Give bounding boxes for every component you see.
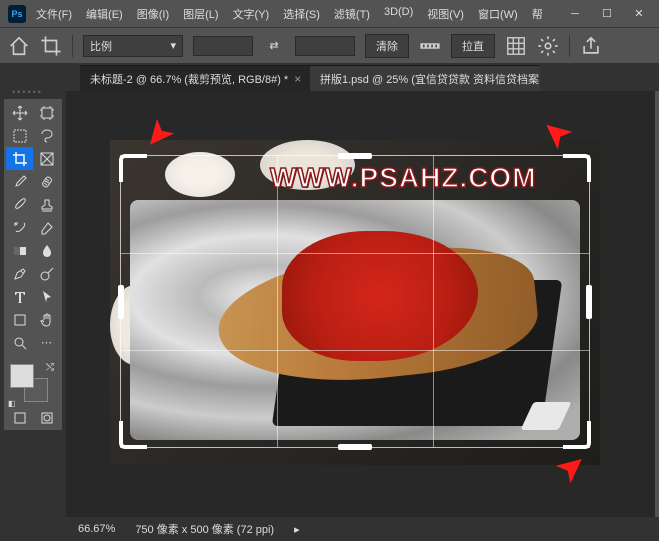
ratio-dropdown[interactable]: 比例 ▾: [83, 35, 183, 57]
options-bar: 比例 ▾ ⇄ 清除 拉直: [0, 27, 659, 63]
tab-label: 未标题-2 @ 66.7% (裁剪预览, RGB/8#) *: [90, 71, 288, 87]
home-icon[interactable]: [8, 35, 30, 57]
share-icon[interactable]: [580, 35, 602, 57]
standard-mode[interactable]: [6, 408, 33, 428]
ratio-label: 比例: [90, 38, 112, 54]
watermark-text: WWW.PSAHZ.COM: [270, 162, 537, 194]
color-swatches[interactable]: ⤭ ◧: [6, 360, 60, 408]
menu-type[interactable]: 文字(Y): [227, 2, 276, 26]
edit-toolbar[interactable]: ⋯: [33, 331, 60, 354]
eyedropper-tool[interactable]: [6, 170, 33, 193]
menu-layer[interactable]: 图层(L): [177, 2, 224, 26]
artboard-tool[interactable]: [33, 101, 60, 124]
zoom-level[interactable]: 66.67%: [78, 523, 115, 535]
menu-edit[interactable]: 编辑(E): [80, 2, 129, 26]
crop-tool-icon[interactable]: [40, 35, 62, 57]
menu-filter[interactable]: 滤镜(T): [328, 2, 376, 26]
screen-mode: [6, 408, 60, 428]
pen-tool[interactable]: [6, 262, 33, 285]
lasso-tool[interactable]: [33, 124, 60, 147]
type-tool[interactable]: [6, 285, 33, 308]
panel-handle[interactable]: ••••••: [12, 87, 43, 97]
close-icon[interactable]: ×: [294, 72, 301, 86]
status-bar: 66.67% 750 像素 x 500 像素 (72 ppi) ▸: [66, 517, 659, 541]
window-controls: ─ ☐ ✕: [563, 4, 651, 24]
menu-bar: 文件(F) 编辑(E) 图像(I) 图层(L) 文字(Y) 选择(S) 滤镜(T…: [30, 2, 559, 26]
eraser-tool[interactable]: [33, 216, 60, 239]
menu-view[interactable]: 视图(V): [421, 2, 470, 26]
straighten-button[interactable]: 拉直: [451, 34, 495, 58]
menu-3d[interactable]: 3D(D): [378, 2, 419, 26]
history-brush-tool[interactable]: [6, 216, 33, 239]
menu-select[interactable]: 选择(S): [277, 2, 326, 26]
minimize-button[interactable]: ─: [563, 4, 587, 24]
settings-gear-icon[interactable]: [537, 35, 559, 57]
tab-active[interactable]: 未标题-2 @ 66.7% (裁剪预览, RGB/8#) * ×: [80, 65, 310, 91]
width-input[interactable]: [193, 36, 253, 56]
hand-tool[interactable]: [33, 308, 60, 331]
foreground-color[interactable]: [10, 364, 34, 388]
move-tool[interactable]: [6, 101, 33, 124]
shape-tool[interactable]: [6, 308, 33, 331]
tab-inactive[interactable]: 拼版1.psd @ 25% (宜信贷贷款 资料信贷档案... ×: [310, 65, 540, 91]
brush-tool[interactable]: [6, 193, 33, 216]
gradient-tool[interactable]: [6, 239, 33, 262]
toolbox: ⋯ ⤭ ◧: [4, 99, 62, 430]
status-chevron-icon[interactable]: ▸: [294, 523, 300, 536]
title-bar: Ps 文件(F) 编辑(E) 图像(I) 图层(L) 文字(Y) 选择(S) 滤…: [0, 0, 659, 27]
right-panel-collapsed[interactable]: [655, 91, 659, 517]
clear-button[interactable]: 清除: [365, 34, 409, 58]
app-logo: Ps: [8, 5, 26, 23]
close-button[interactable]: ✕: [627, 4, 651, 24]
zoom-tool[interactable]: [6, 331, 33, 354]
straighten-icon[interactable]: [419, 35, 441, 57]
document-dimensions[interactable]: 750 像素 x 500 像素 (72 ppi): [135, 521, 274, 537]
chevron-down-icon: ▾: [170, 39, 176, 52]
dodge-tool[interactable]: [33, 262, 60, 285]
stamp-tool[interactable]: [33, 193, 60, 216]
menu-file[interactable]: 文件(F): [30, 2, 78, 26]
document-tabs: 未标题-2 @ 66.7% (裁剪预览, RGB/8#) * × 拼版1.psd…: [0, 63, 659, 91]
height-input[interactable]: [295, 36, 355, 56]
image-content: [165, 152, 235, 197]
default-colors-icon[interactable]: ◧: [8, 399, 16, 408]
crop-tool[interactable]: [6, 147, 33, 170]
swap-icon[interactable]: ⇄: [263, 35, 285, 57]
menu-image[interactable]: 图像(I): [131, 2, 175, 26]
blur-tool[interactable]: [33, 239, 60, 262]
canvas-area[interactable]: WWW.PSAHZ.COM ➤ ➤ ➤: [66, 91, 655, 517]
swap-colors-icon[interactable]: ⤭: [46, 362, 54, 373]
divider: [72, 35, 73, 57]
overlay-grid-icon[interactable]: [505, 35, 527, 57]
quickmask-mode[interactable]: [33, 408, 60, 428]
path-select-tool[interactable]: [33, 285, 60, 308]
tab-label: 拼版1.psd @ 25% (宜信贷贷款 资料信贷档案...: [320, 71, 540, 87]
healing-tool[interactable]: [33, 170, 60, 193]
menu-window[interactable]: 窗口(W): [472, 2, 524, 26]
document-image[interactable]: WWW.PSAHZ.COM: [110, 140, 600, 465]
marquee-tool[interactable]: [6, 124, 33, 147]
menu-help[interactable]: 帮: [526, 2, 549, 26]
divider: [569, 35, 570, 57]
frame-tool[interactable]: [33, 147, 60, 170]
maximize-button[interactable]: ☐: [595, 4, 619, 24]
